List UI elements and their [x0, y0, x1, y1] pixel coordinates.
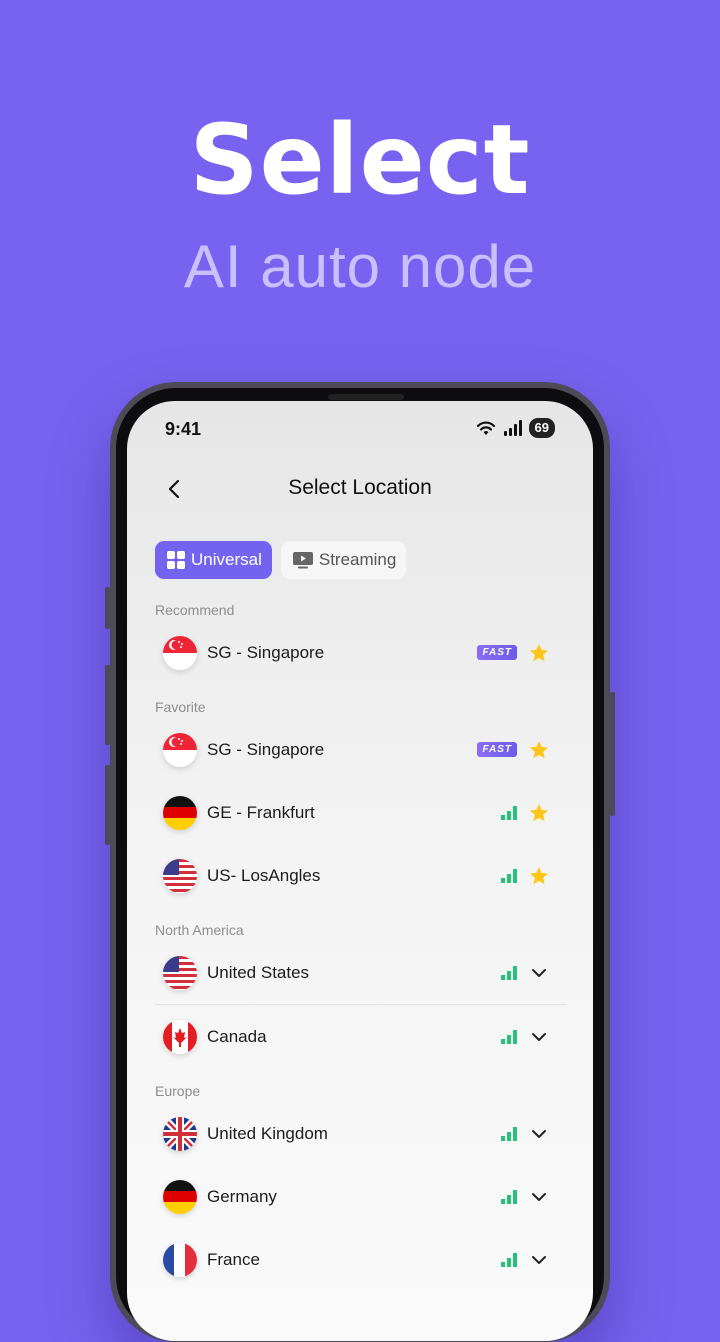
grid-icon — [167, 551, 185, 569]
germany-flag-icon — [163, 1179, 197, 1214]
country-name: SG - Singapore — [207, 642, 325, 662]
country-name: Canada — [207, 1026, 267, 1046]
section-label-favorite: Favorite — [155, 699, 206, 715]
cellular-signal-icon — [503, 420, 522, 436]
location-row-germany[interactable]: Germany — [155, 1165, 567, 1228]
row-actions — [501, 844, 549, 907]
section-label-europe: Europe — [155, 1083, 201, 1099]
section-label-recommend: Recommend — [155, 602, 235, 618]
star-icon[interactable] — [529, 740, 549, 760]
signal-strength-icon — [501, 805, 517, 820]
usa-flag-icon — [163, 955, 197, 990]
star-icon[interactable] — [529, 643, 549, 663]
tv-icon — [292, 552, 313, 569]
signal-strength-icon — [501, 965, 517, 980]
country-name: France — [207, 1249, 260, 1269]
signal-strength-icon — [501, 1252, 517, 1267]
hero-subtitle: AI auto node — [183, 233, 537, 300]
location-row-united-states[interactable]: United States — [155, 941, 567, 1004]
hero-title: Select — [189, 104, 531, 216]
star-icon[interactable] — [529, 866, 549, 886]
row-actions: FAST — [477, 718, 549, 781]
phone-frame: 9:41 69 Select Location Universal Stream… — [105, 382, 615, 1342]
location-row-sg-recommend[interactable]: SG - Singapore FAST — [155, 621, 567, 684]
country-name: United Kingdom — [207, 1123, 328, 1143]
tab-universal[interactable]: Universal — [155, 541, 272, 579]
signal-strength-icon — [501, 1126, 517, 1141]
tab-streaming[interactable]: Streaming — [280, 541, 407, 579]
page-title: Select Location — [288, 476, 432, 499]
fast-badge: FAST — [477, 742, 517, 757]
app-screen: 9:41 69 Select Location Universal Stream… — [127, 401, 593, 1341]
singapore-flag-icon — [163, 635, 197, 670]
chevron-down-icon[interactable] — [529, 1187, 549, 1207]
location-row-united-kingdom[interactable]: United Kingdom — [155, 1102, 567, 1165]
status-icons: 69 — [475, 418, 555, 438]
germany-flag-icon — [163, 795, 197, 830]
fast-badge: FAST — [477, 645, 517, 660]
country-name: GE - Frankfurt — [207, 802, 315, 822]
chevron-down-icon[interactable] — [529, 963, 549, 983]
row-actions — [501, 1005, 549, 1068]
uk-flag-icon — [163, 1116, 197, 1151]
volume-up-button — [105, 665, 110, 745]
wifi-icon — [476, 421, 495, 435]
signal-strength-icon — [501, 868, 517, 883]
chevron-down-icon[interactable] — [529, 1027, 549, 1047]
battery-icon: 69 — [528, 418, 555, 438]
tab-label: Streaming — [318, 550, 397, 569]
status-time: 9:41 — [165, 419, 202, 439]
signal-strength-icon — [501, 1029, 517, 1044]
singapore-flag-icon — [163, 732, 197, 767]
chevron-down-icon[interactable] — [529, 1250, 549, 1270]
france-flag-icon — [163, 1242, 197, 1277]
usa-flag-icon — [163, 858, 197, 893]
location-list: Recommend SG - Singapore FAST Favorite S… — [155, 599, 567, 1291]
row-actions — [501, 781, 549, 844]
country-name: United States — [207, 962, 310, 982]
row-actions — [501, 1102, 549, 1165]
mute-switch — [105, 587, 110, 629]
speaker — [328, 394, 404, 400]
volume-down-button — [105, 765, 110, 845]
country-name: US- LosAngles — [207, 865, 321, 885]
star-icon[interactable] — [529, 803, 549, 823]
location-row-ge-favorite[interactable]: GE - Frankfurt — [155, 781, 567, 844]
tab-label: Universal — [191, 550, 262, 569]
row-actions — [501, 1228, 549, 1291]
location-row-sg-favorite[interactable]: SG - Singapore FAST — [155, 718, 567, 781]
power-button — [610, 692, 615, 816]
country-name: Germany — [207, 1186, 277, 1206]
row-actions — [501, 941, 549, 1004]
canada-flag-icon — [163, 1019, 197, 1054]
signal-strength-icon — [501, 1189, 517, 1204]
location-row-canada[interactable]: Canada — [155, 1005, 567, 1068]
location-row-france[interactable]: France — [155, 1228, 567, 1291]
location-row-us-favorite[interactable]: US- LosAngles — [155, 844, 567, 907]
section-label-north-america: North America — [155, 922, 244, 938]
chevron-down-icon[interactable] — [529, 1124, 549, 1144]
country-name: SG - Singapore — [207, 739, 325, 759]
tab-bar: Universal Streaming — [155, 541, 407, 579]
row-actions — [501, 1165, 549, 1228]
row-actions: FAST — [477, 621, 549, 684]
